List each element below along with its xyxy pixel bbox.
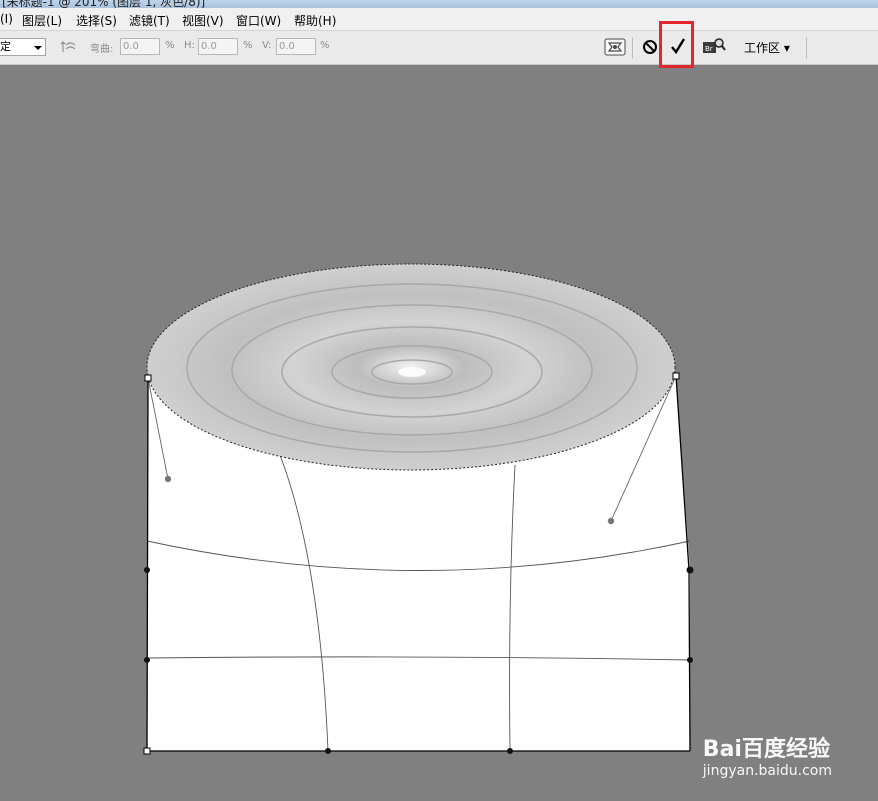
bridge-search-icon[interactable]: Br <box>702 37 726 55</box>
warp-mode-value: 定 <box>0 40 11 53</box>
menu-image[interactable]: (I) <box>0 12 13 26</box>
h-label: H: <box>184 40 195 51</box>
warp-orientation-icon[interactable] <box>60 39 78 55</box>
h-percent: % <box>243 40 253 51</box>
dropdown-arrow-icon <box>34 46 42 50</box>
warp-point[interactable] <box>144 657 150 663</box>
toggle-transform-mode-icon[interactable] <box>604 37 626 57</box>
bend-input[interactable]: 0.0 <box>120 38 160 55</box>
workspace-label: 工作区 <box>744 41 781 55</box>
warp-mode-dropdown[interactable]: 定 <box>0 38 46 56</box>
watermark: Bai百度经验 jingyan.baidu.com <box>703 731 832 779</box>
separator <box>632 37 633 59</box>
watermark-brand: Bai百度经验 <box>702 737 830 762</box>
warp-handle[interactable] <box>607 517 615 525</box>
bend-label: 弯曲: <box>90 44 114 55</box>
v-label: V: <box>262 40 272 51</box>
menu-help[interactable]: 帮助(H) <box>294 12 336 29</box>
menu-view[interactable]: 视图(V) <box>182 12 224 29</box>
watermark-url: jingyan.baidu.com <box>702 763 832 779</box>
menu-filter[interactable]: 滤镜(T) <box>129 12 170 29</box>
workspace-menu[interactable]: 工作区 ▾ <box>744 39 790 56</box>
commit-button-highlight <box>659 21 694 68</box>
menu-window[interactable]: 窗口(W) <box>236 12 281 29</box>
chevron-down-icon: ▾ <box>783 41 790 55</box>
warp-point[interactable] <box>687 657 693 663</box>
v-input[interactable]: 0.0 <box>276 38 316 55</box>
options-bar: 定 弯曲: 0.0 % H: 0.0 % V: 0.0 % Br 工作区 ▾ <box>0 31 878 65</box>
window-title: [未标题-1 @ 201% (图层 1, 灰色/8)] <box>2 0 206 8</box>
warp-point[interactable] <box>144 567 150 573</box>
stump-top-surface <box>146 263 676 471</box>
menu-select[interactable]: 选择(S) <box>76 12 117 29</box>
window-titlebar: [未标题-1 @ 201% (图层 1, 灰色/8)] <box>0 0 878 8</box>
wood-core <box>398 367 426 377</box>
document-canvas[interactable] <box>0 65 878 801</box>
separator <box>806 37 807 59</box>
h-input[interactable]: 0.0 <box>198 38 238 55</box>
warp-point[interactable] <box>325 748 331 754</box>
svg-text:Br: Br <box>705 45 713 53</box>
warp-point[interactable] <box>686 566 694 574</box>
cancel-icon[interactable] <box>642 39 658 55</box>
warp-anchor[interactable] <box>143 747 151 755</box>
warp-anchor[interactable] <box>672 372 680 380</box>
bend-percent: % <box>165 40 175 51</box>
menu-bar: (I) 图层(L) 选择(S) 滤镜(T) 视图(V) 窗口(W) 帮助(H) <box>0 8 878 31</box>
menu-layer[interactable]: 图层(L) <box>22 12 62 29</box>
v-percent: % <box>320 40 330 51</box>
warp-point[interactable] <box>507 748 513 754</box>
warp-handle[interactable] <box>164 475 172 483</box>
warp-anchor[interactable] <box>144 374 152 382</box>
